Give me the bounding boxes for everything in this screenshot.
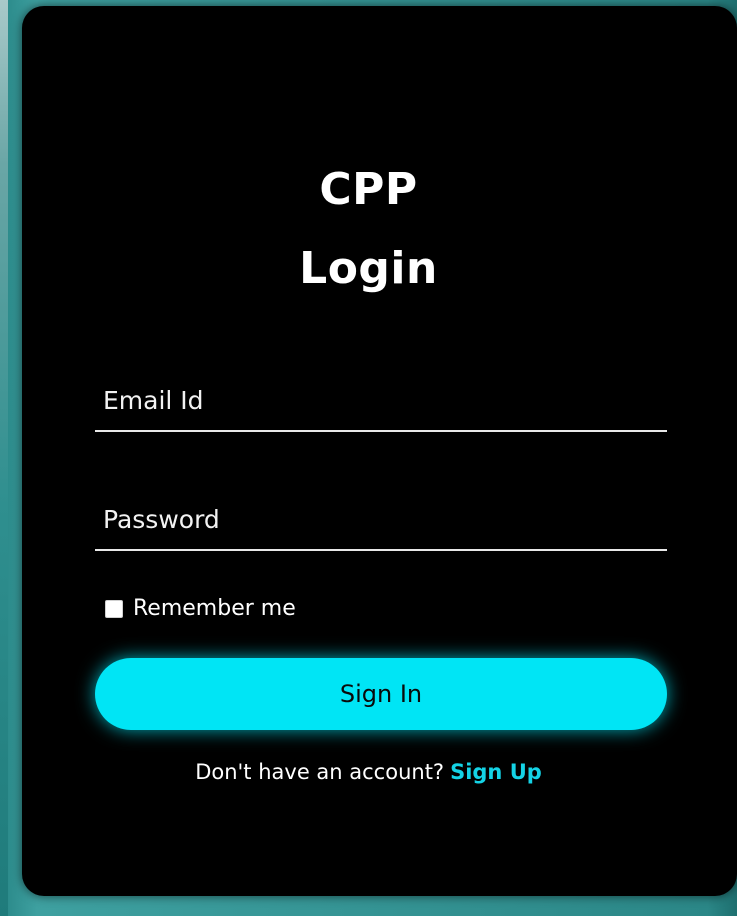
email-placeholder: Email Id <box>103 386 204 415</box>
page-title: Login <box>299 243 438 294</box>
sign-in-button[interactable]: Sign In <box>95 658 667 730</box>
signup-prompt-line: Don't have an account? Sign Up <box>0 760 737 784</box>
password-placeholder: Password <box>103 505 220 534</box>
email-field[interactable]: Email Id <box>95 376 667 432</box>
remember-label: Remember me <box>133 596 296 621</box>
app-title: CPP <box>319 164 418 215</box>
sign-up-link[interactable]: Sign Up <box>450 760 542 784</box>
password-underline <box>95 549 667 551</box>
remember-me: Remember me <box>105 596 296 621</box>
remember-checkbox[interactable] <box>105 599 123 618</box>
signup-prompt: Don't have an account? <box>195 760 445 784</box>
sign-in-label: Sign In <box>339 680 423 708</box>
password-field[interactable]: Password <box>95 495 667 551</box>
email-underline <box>95 430 667 432</box>
